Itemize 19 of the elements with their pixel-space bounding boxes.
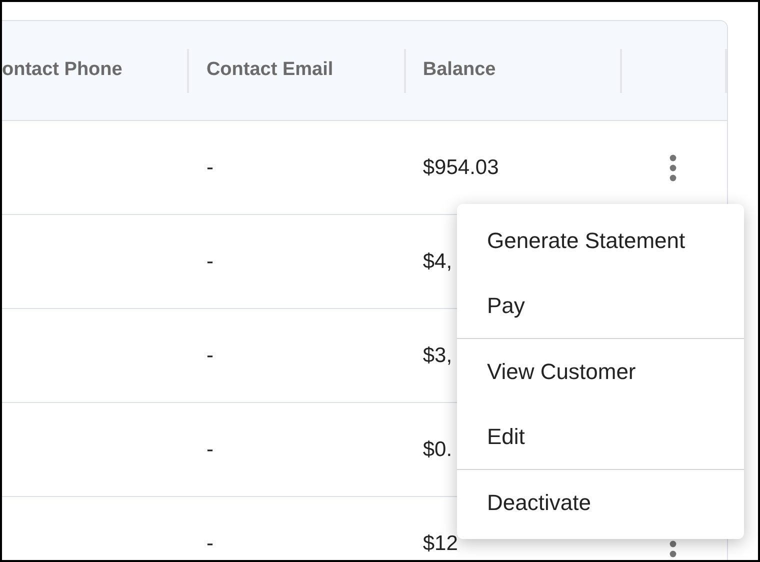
table-cell: $954.03 [422, 156, 499, 179]
table-cell: $0. [422, 438, 452, 461]
menu-item[interactable]: View Customer [457, 339, 744, 404]
table-cell: - [206, 250, 214, 273]
more-options-icon[interactable] [668, 154, 677, 182]
menu-item[interactable]: Generate Statement [457, 208, 744, 273]
column-header[interactable]: Contact Email [206, 56, 334, 85]
column-header[interactable]: ontact Phone [2, 56, 122, 85]
table-cell: $4, [422, 250, 452, 273]
table-cell: - [206, 532, 214, 556]
column-header[interactable]: Balance [422, 56, 496, 85]
menu-item[interactable]: Pay [457, 273, 744, 338]
table-cell: - [206, 438, 214, 461]
menu-item[interactable]: Deactivate [457, 470, 744, 535]
menu-item[interactable]: Edit [457, 404, 744, 469]
table-cell: $3, [422, 344, 452, 367]
table-cell: $12 [422, 532, 458, 556]
table-cell: - [206, 156, 214, 179]
table-cell: - [206, 344, 214, 367]
